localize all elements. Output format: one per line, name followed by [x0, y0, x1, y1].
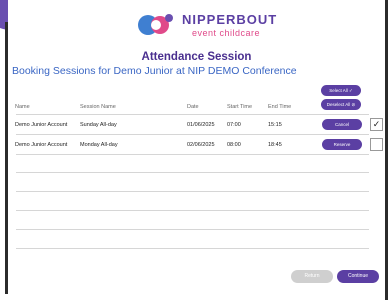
- deselect-all-button[interactable]: Deselect All ⊘: [321, 99, 361, 110]
- row-name: Demo Junior Account: [15, 122, 68, 128]
- row-start: 07:00: [227, 122, 241, 128]
- row-session: Monday All-day: [80, 142, 118, 148]
- row-start: 08:00: [227, 142, 241, 148]
- row-session: Sunday All-day: [80, 122, 117, 128]
- empty-row-divider: [16, 248, 369, 249]
- cancel-button[interactable]: Cancel: [322, 119, 362, 130]
- brand-tagline: event childcare: [192, 28, 261, 38]
- page-title: Attendance Session: [141, 51, 252, 63]
- brand-name: NIPPERBOUT: [182, 12, 278, 27]
- row-divider: [16, 154, 369, 155]
- select-all-button[interactable]: Select All ✓: [321, 85, 361, 96]
- reserve-button[interactable]: Reserve: [322, 139, 362, 150]
- row-date: 02/06/2025: [187, 142, 215, 148]
- empty-row-divider: [16, 191, 369, 192]
- header-date: Date: [187, 104, 199, 110]
- continue-button[interactable]: Continue: [337, 270, 379, 283]
- empty-row-divider: [16, 172, 369, 173]
- logo-icon: [138, 14, 173, 35]
- empty-row-divider: [16, 229, 369, 230]
- table-divider: [16, 114, 369, 115]
- row-checkbox[interactable]: [370, 138, 383, 151]
- page-subtitle: Booking Sessions for Demo Junior at NIP …: [12, 65, 297, 77]
- header-end: End Time: [268, 104, 292, 110]
- brand-logo: NIPPERBOUT event childcare: [134, 6, 294, 44]
- return-button[interactable]: Return: [291, 270, 333, 283]
- header-start: Start Time: [227, 104, 253, 110]
- empty-row-divider: [16, 210, 369, 211]
- header-session: Session Name: [80, 104, 116, 110]
- row-name: Demo Junior Account: [15, 142, 68, 148]
- row-divider: [16, 134, 369, 135]
- attendance-screen: NIPPERBOUT event childcare Attendance Se…: [8, 0, 385, 300]
- row-date: 01/06/2025: [187, 122, 215, 128]
- row-end: 15:15: [268, 122, 282, 128]
- row-checkbox[interactable]: ✓: [370, 118, 383, 131]
- row-end: 18:45: [268, 142, 282, 148]
- app-window: NIPPERBOUT event childcare Attendance Se…: [0, 0, 388, 300]
- header-name: Name: [15, 104, 30, 110]
